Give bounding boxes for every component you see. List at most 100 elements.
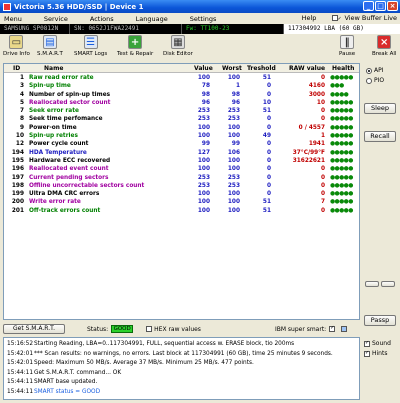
table-row[interactable]: 196 Reallocated event count 100 100 0 0 ●●●●● <box>4 166 359 174</box>
cell-id: 7 <box>19 108 24 115</box>
table-header: ID Name Value Worst Treshold RAW value H… <box>4 64 359 73</box>
drive-info-button[interactable]: ▭ Drive Info <box>3 35 30 57</box>
smart-logs-button[interactable]: ☰ SMART Logs <box>74 35 107 57</box>
cell-id: 12 <box>15 141 24 148</box>
cell-treshold: 0 <box>266 182 271 189</box>
log-message: SMART status = GOOD <box>34 388 101 395</box>
menu-item-actions[interactable]: Actions <box>86 15 114 23</box>
table-row[interactable]: 199 Ultra DMA CRC errors 100 100 0 0 ●●●●● <box>4 191 359 199</box>
right-sidebar: API PIO Sleep Recall Passp <box>362 63 398 343</box>
cell-name: Seek time perfomance <box>29 116 103 123</box>
log-time: 15:44:11 <box>7 388 34 395</box>
view-buffer-toggle[interactable]: View Buffer Live <box>328 14 397 22</box>
break-all-button[interactable]: × Break All <box>372 35 396 57</box>
close-button[interactable]: × <box>387 1 398 11</box>
header-value: Value <box>194 65 213 72</box>
disk-editor-icon: ▦ <box>170 35 185 49</box>
cell-name: Write error rate <box>29 199 81 206</box>
cell-raw-value: 0 <box>320 207 325 214</box>
cell-value: 253 <box>197 116 210 123</box>
cell-raw-value: 37°C/99°F <box>292 149 325 156</box>
menu-item-menu[interactable]: Menu <box>0 15 22 23</box>
cell-id: 1 <box>19 75 24 81</box>
table-row[interactable]: 197 Current pending sectors 253 253 0 0 ●●●●● <box>4 175 359 183</box>
get-smart-button[interactable]: Get S.M.A.R.T. <box>3 324 65 334</box>
cell-raw-value: 0 <box>320 108 325 115</box>
cell-treshold: 0 <box>266 174 271 181</box>
cell-raw-value: 4160 <box>308 83 325 90</box>
cell-health: ●●●●● <box>330 157 353 164</box>
sleep-button[interactable]: Sleep <box>364 103 396 114</box>
cell-worst: 96 <box>231 99 240 106</box>
cell-health: ●●●●● <box>330 199 353 206</box>
sound-option[interactable]: Sound <box>364 340 391 347</box>
menu-item-service[interactable]: Service <box>40 15 68 23</box>
log-message: Get S.M.A.R.T. command... OK <box>34 369 122 376</box>
table-row[interactable]: 198 Offline uncorrectable sectors count 25… <box>4 183 359 191</box>
drive-info-icon: ▭ <box>9 35 24 49</box>
device-serial: SN: 0652J1FWA22491 <box>70 24 182 34</box>
table-row[interactable]: 8 Seek time perfomance 253 253 0 0 ●●●●● <box>4 116 359 124</box>
cell-raw-value: 0 <box>320 166 325 173</box>
table-row[interactable]: 4 Number of spin-up times 98 98 0 3000 ●●●● <box>4 92 359 100</box>
menu-item-help[interactable]: Help <box>298 14 317 22</box>
table-row[interactable]: 200 Write error rate 100 100 51 7 ●●●●● <box>4 199 359 207</box>
smart-status-bar: Get S.M.A.R.T. Status: GOOD HEX raw valu… <box>3 323 360 335</box>
cell-worst: 1 <box>235 83 240 90</box>
table-row[interactable]: 9 Power-on time 100 100 0 0 / 4557 ●●●●● <box>4 125 359 133</box>
minimize-button[interactable]: _ <box>363 1 374 11</box>
table-row[interactable]: 10 Spin-up retries 100 100 49 1 ●●●●● <box>4 133 359 141</box>
hints-option[interactable]: Hints <box>364 350 391 357</box>
table-row[interactable]: 12 Power cycle count 99 99 0 1941 ●●●●● <box>4 141 359 149</box>
small-button-left[interactable] <box>365 281 379 287</box>
api-radio-dot[interactable] <box>366 67 372 74</box>
sound-checkbox[interactable] <box>364 340 370 347</box>
pio-radio-dot[interactable] <box>366 77 372 84</box>
passp-button[interactable]: Passp <box>364 315 396 326</box>
hints-checkbox[interactable] <box>364 350 370 357</box>
menu-item-settings[interactable]: Settings <box>186 15 217 23</box>
cell-worst: 100 <box>227 157 240 164</box>
pio-label: PIO <box>374 77 385 84</box>
cell-raw-value: 10 <box>316 99 325 106</box>
cell-worst: 100 <box>227 166 240 173</box>
hex-raw-checkbox[interactable] <box>146 326 153 332</box>
table-row[interactable]: 1 Raw read error rate 100 100 51 0 ●●●●● <box>4 75 359 83</box>
table-row[interactable]: 7 Seek error rate 253 253 51 0 ●●●●● <box>4 108 359 116</box>
cell-name: Ultra DMA CRC errors <box>29 191 100 198</box>
header-health: Health <box>332 65 355 72</box>
small-button-right[interactable] <box>381 281 395 287</box>
cell-id: 200 <box>11 199 24 206</box>
disk-editor-button[interactable]: ▦ Disk Editor <box>163 35 193 57</box>
view-buffer-checkbox[interactable] <box>332 15 339 21</box>
api-radio[interactable]: API <box>366 67 384 74</box>
maximize-button[interactable]: □ <box>375 1 386 11</box>
cell-worst: 100 <box>227 75 240 81</box>
header-name: Name <box>44 65 64 72</box>
table-row[interactable]: 201 Off-track errors count 100 100 51 0 ●●●●● <box>4 208 359 216</box>
log-time: 15:44:11 <box>7 379 34 385</box>
table-row[interactable]: 194 HDA Temperature 127 106 0 37°C/99°F ●●●●● <box>4 150 359 158</box>
pause-button[interactable]: ‖ Pause <box>339 35 355 57</box>
cell-treshold: 0 <box>266 124 271 131</box>
smart-button[interactable]: ▤ S.M.A.R.T <box>37 35 63 57</box>
recall-button[interactable]: Recall <box>364 131 396 142</box>
cell-health: ●●●●● <box>330 207 353 214</box>
cell-value: 100 <box>197 157 210 164</box>
table-row[interactable]: 3 Spin-up time 78 1 0 4160 ●●● <box>4 83 359 91</box>
menu-item-language[interactable]: Language <box>132 15 168 23</box>
table-row[interactable]: 195 Hardware ECC recovered 100 100 0 31622621… <box>4 158 359 166</box>
cell-treshold: 0 <box>266 191 271 198</box>
disk-editor-label: Disk Editor <box>163 51 193 57</box>
ibm-super-smart-checkbox[interactable] <box>329 325 336 332</box>
table-row[interactable]: 5 Reallocated sector count 96 96 10 10 ●●●●● <box>4 100 359 108</box>
status-badge: GOOD <box>111 325 134 333</box>
test-repair-button[interactable]: + Test & Repair <box>117 35 153 57</box>
smart-logs-icon: ☰ <box>83 35 98 49</box>
log-panel: 15:16:52Starting Reading, LBA=0..1173049… <box>3 337 360 400</box>
pio-radio[interactable]: PIO <box>366 77 384 84</box>
ibm-options-icon[interactable] <box>341 326 348 332</box>
cell-raw-value: 1941 <box>308 141 325 148</box>
log-message: Speed: Maximum 50 MB/s. Average 37 MB/s.… <box>34 360 254 366</box>
cell-raw-value: 0 / 4557 <box>298 124 325 131</box>
